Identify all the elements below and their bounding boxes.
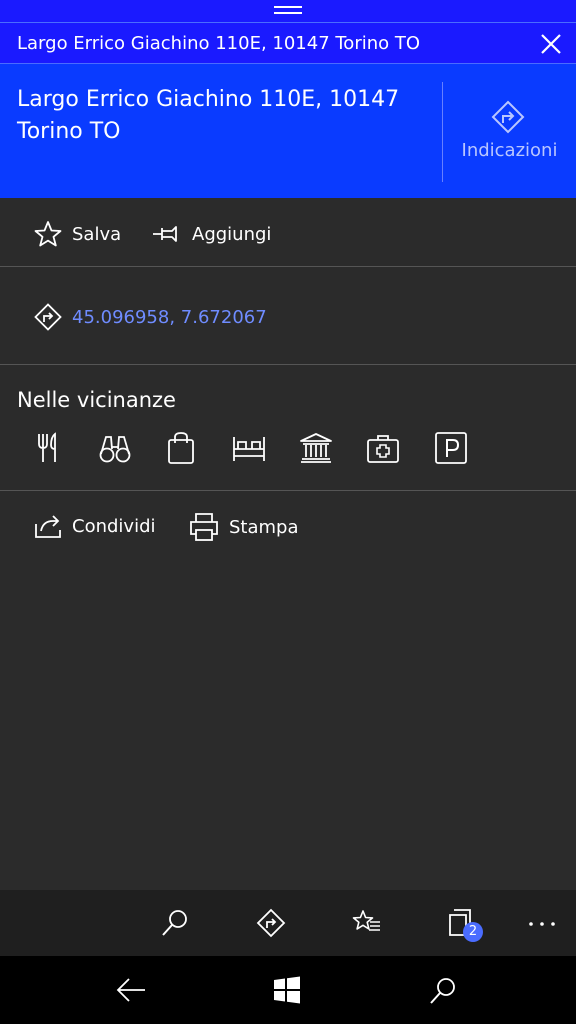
- pin-to-start-button[interactable]: Aggiungi: [152, 220, 271, 248]
- nearby-title: Nelle vicinanze: [17, 388, 176, 412]
- drag-handle-line: [274, 6, 302, 8]
- divider: [0, 364, 576, 365]
- coordinates-text: 45.096958, 7.672067: [72, 306, 267, 328]
- close-icon: [541, 34, 561, 54]
- more-icon: [529, 922, 555, 926]
- favorites-list-icon: [352, 910, 380, 931]
- collections-badge: 2: [463, 922, 483, 942]
- drag-handle-line: [274, 12, 302, 14]
- panel-title: Largo Errico Giachino 110E, 10147 Torino…: [17, 33, 421, 54]
- directions-icon: [34, 303, 62, 331]
- attractions-button[interactable]: [98, 431, 132, 465]
- pin-label: Aggiungi: [192, 223, 272, 245]
- directions-label: Indicazioni: [461, 140, 558, 161]
- hospitals-button[interactable]: [366, 431, 400, 465]
- restaurants-button[interactable]: [31, 431, 65, 465]
- print-label: Stampa: [229, 516, 299, 538]
- bed-icon: [233, 437, 265, 461]
- search-icon: [430, 978, 455, 1004]
- print-button[interactable]: Stampa: [189, 512, 299, 542]
- divider: [0, 490, 576, 491]
- windows-logo-icon: [274, 976, 300, 1004]
- collections-button[interactable]: 2: [446, 908, 486, 942]
- back-arrow-icon: [116, 978, 145, 1002]
- start-button[interactable]: [273, 976, 301, 1004]
- divider: [0, 266, 576, 267]
- directions-button[interactable]: Indicazioni: [443, 64, 576, 198]
- first-aid-icon: [367, 435, 399, 463]
- more-options-button[interactable]: [528, 914, 558, 934]
- share-icon: [35, 515, 61, 538]
- directions-icon: [491, 100, 525, 134]
- parking-icon: [435, 432, 467, 464]
- app-bar: 2: [0, 890, 576, 956]
- close-button[interactable]: [538, 31, 564, 57]
- directions-appbar-button[interactable]: [256, 908, 286, 938]
- panel-title-bar: Largo Errico Giachino 110E, 10147 Torino…: [0, 22, 576, 64]
- search-button[interactable]: [160, 908, 190, 938]
- save-label: Salva: [72, 223, 122, 245]
- pin-icon: [153, 226, 177, 242]
- system-search-button[interactable]: [428, 976, 458, 1006]
- share-label: Condividi: [72, 515, 156, 537]
- binoculars-icon: [99, 436, 131, 463]
- back-button[interactable]: [115, 976, 147, 1004]
- museum-icon: [300, 433, 332, 463]
- address-text: Largo Errico Giachino 110E, 10147 Torino…: [17, 87, 400, 144]
- share-button[interactable]: Condividi: [34, 512, 156, 540]
- star-icon: [34, 221, 62, 247]
- shopping-button[interactable]: [164, 431, 198, 465]
- system-nav-bar: [0, 956, 576, 1024]
- shopping-bag-icon: [168, 432, 194, 464]
- drag-handle-bar[interactable]: [0, 0, 576, 22]
- hotels-button[interactable]: [232, 431, 266, 465]
- save-button[interactable]: Salva: [34, 220, 121, 248]
- favorites-button[interactable]: [352, 908, 382, 938]
- museums-button[interactable]: [299, 431, 333, 465]
- printer-icon: [190, 513, 218, 541]
- location-header: Largo Errico Giachino 110E, 10147 Torino…: [0, 64, 576, 198]
- parking-button[interactable]: [434, 431, 468, 465]
- search-icon: [162, 910, 187, 936]
- directions-icon: [256, 908, 286, 938]
- fork-knife-icon: [38, 432, 56, 462]
- coordinates-link[interactable]: 45.096958, 7.672067: [34, 303, 267, 331]
